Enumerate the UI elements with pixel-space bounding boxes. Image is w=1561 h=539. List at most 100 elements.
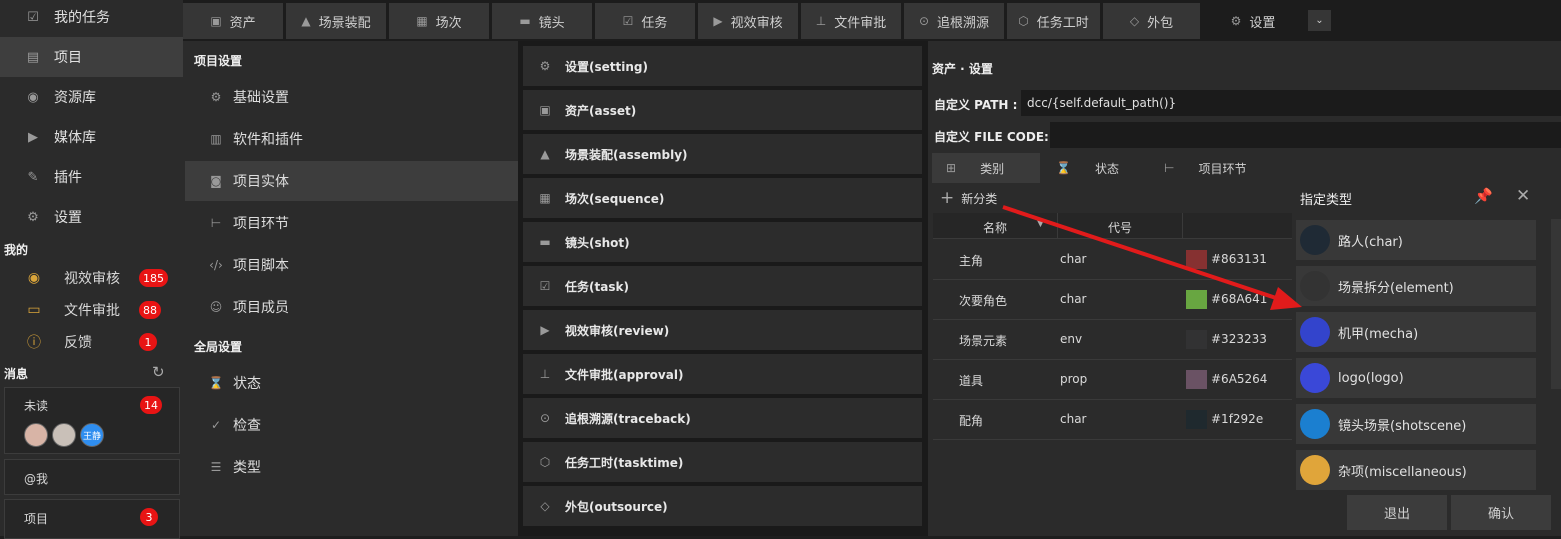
entity-asset[interactable]: ▣ 资产(asset)	[523, 90, 922, 130]
review-count-badge: 185	[139, 269, 168, 287]
my-feedback[interactable]: ⓘ 反馈 1	[0, 326, 183, 358]
hourglass-icon: ⌛	[208, 376, 224, 390]
gear-icon: ⚙	[27, 209, 39, 225]
refresh-icon[interactable]: ↻	[152, 363, 165, 381]
tab-assembly[interactable]: ▲ 场景装配	[286, 3, 386, 39]
type-option[interactable]: 路人(char)	[1296, 220, 1536, 260]
approval-icon: ⊥	[539, 367, 551, 381]
more-tabs-dropdown[interactable]: ⌄	[1308, 10, 1331, 31]
tab-tasktime[interactable]: ⬡ 任务工时	[1007, 3, 1100, 39]
table-row[interactable]: 场景元素 env #323233	[933, 320, 1298, 360]
custom-path-input[interactable]: dcc/{self.default_path()}	[1021, 90, 1561, 116]
project-messages[interactable]: 项目 3	[4, 499, 180, 539]
avatar[interactable]: 王静	[80, 423, 104, 447]
side-project-script[interactable]: ‹/› 项目脚本	[185, 245, 518, 285]
review-icon: ▶	[540, 323, 550, 337]
side-type[interactable]: ☰ 类型	[185, 447, 518, 487]
my-approval[interactable]: ▭ 文件审批 88	[0, 294, 183, 326]
color-swatch[interactable]	[1186, 410, 1207, 429]
type-option[interactable]: 机甲(mecha)	[1296, 312, 1536, 352]
type-option[interactable]: 场景拆分(element)	[1296, 266, 1536, 306]
side-project-members[interactable]: ☺ 项目成员	[185, 287, 518, 327]
subtab-category[interactable]: ⊞ 类别	[932, 153, 1040, 183]
table-header: 名称 ▼ 代号	[933, 213, 1298, 239]
sort-down-icon[interactable]: ▼	[1037, 219, 1044, 229]
pipeline-icon: ⊢	[1164, 161, 1175, 175]
avatar[interactable]	[24, 423, 48, 447]
type-option[interactable]: 杂项(miscellaneous)	[1296, 450, 1536, 490]
nav-media[interactable]: ▶ 媒体库	[0, 117, 183, 157]
side-basic-settings[interactable]: ⚙ 基础设置	[185, 77, 518, 117]
nav-plugins[interactable]: ✎ 插件	[0, 157, 183, 197]
scrollbar[interactable]	[1551, 219, 1561, 389]
entity-task[interactable]: ☑ 任务(task)	[523, 266, 922, 306]
entity-tasktime[interactable]: ⬡ 任务工时(tasktime)	[523, 442, 922, 482]
column-code-header: 代号	[1108, 221, 1133, 235]
traceback-icon: ⊙	[539, 411, 551, 425]
color-swatch[interactable]	[1186, 290, 1207, 309]
at-me-messages[interactable]: @我	[4, 459, 180, 495]
side-software-plugins[interactable]: ▥ 软件和插件	[185, 119, 518, 159]
color-swatch[interactable]	[1186, 250, 1207, 269]
cancel-button[interactable]: 退出	[1347, 495, 1447, 530]
side-project-entity[interactable]: ◙ 项目实体	[185, 161, 518, 201]
subtab-status[interactable]: ⌛ 状态	[1056, 153, 1156, 183]
entity-traceback[interactable]: ⊙ 追根溯源(traceback)	[523, 398, 922, 438]
tab-shot[interactable]: ▬ 镜头	[492, 3, 592, 39]
confirm-button[interactable]: 确认	[1451, 495, 1551, 530]
column-divider	[1182, 213, 1183, 239]
type-option[interactable]: 镜头场景(shotscene)	[1296, 404, 1536, 444]
color-dot	[1300, 363, 1330, 393]
hourglass-icon: ⌛	[1056, 161, 1071, 175]
tab-sequence[interactable]: ▦ 场次	[389, 3, 489, 39]
side-check[interactable]: ✓ 检查	[185, 405, 518, 445]
sequence-icon: ▦	[416, 14, 428, 28]
entity-sequence[interactable]: ▦ 场次(sequence)	[523, 178, 922, 218]
table-row[interactable]: 次要角色 char #68A641	[933, 280, 1298, 320]
entity-review[interactable]: ▶ 视效审核(review)	[523, 310, 922, 350]
nav-library[interactable]: ◉ 资源库	[0, 77, 183, 117]
nav-project[interactable]: ▤ 项目	[0, 37, 183, 77]
color-swatch[interactable]	[1186, 330, 1207, 349]
column-name-header[interactable]: 名称	[983, 219, 1007, 236]
entity-setting[interactable]: ⚙ 设置(setting)	[523, 46, 922, 86]
entity-approval[interactable]: ⊥ 文件审批(approval)	[523, 354, 922, 394]
side-status[interactable]: ⌛ 状态	[185, 363, 518, 403]
new-category-button[interactable]: + 新分类	[940, 188, 997, 208]
table-row[interactable]: 配角 char #1f292e	[933, 400, 1298, 440]
subtab-pipeline[interactable]: ⊢ 项目环节	[1164, 153, 1274, 183]
tab-traceback[interactable]: ⊙ 追根溯源	[904, 3, 1004, 39]
type-option[interactable]: logo(logo)	[1296, 358, 1536, 398]
project-count-badge: 3	[140, 508, 158, 526]
my-review[interactable]: ◉ 视效审核 185	[0, 262, 183, 294]
pin-icon[interactable]: 📌	[1474, 187, 1493, 205]
entity-assembly[interactable]: ▲ 场景装配(assembly)	[523, 134, 922, 174]
media-icon: ▶	[28, 129, 38, 145]
gear-icon: ⚙	[1230, 14, 1242, 28]
tab-approval[interactable]: ⊥ 文件审批	[801, 3, 901, 39]
unread-messages[interactable]: 未读 14 王静	[4, 387, 180, 454]
gear-icon: ⚙	[539, 59, 551, 73]
side-project-pipeline[interactable]: ⊢ 项目环节	[185, 203, 518, 243]
color-swatch[interactable]	[1186, 370, 1207, 389]
close-icon[interactable]: ✕	[1516, 186, 1530, 206]
tab-task[interactable]: ☑ 任务	[595, 3, 695, 39]
traceback-icon: ⊙	[918, 14, 930, 28]
chart-icon: ▥	[210, 132, 222, 146]
table-row[interactable]: 主角 char #863131	[933, 240, 1298, 280]
info-icon: ⓘ	[27, 335, 41, 351]
tab-settings[interactable]: ⚙ 设置	[1203, 3, 1303, 39]
entity-outsource[interactable]: ◇ 外包(outsource)	[523, 486, 922, 526]
tab-review[interactable]: ▶ 视效审核	[698, 3, 798, 39]
file-code-input[interactable]	[1050, 122, 1561, 148]
entity-shot[interactable]: ▬ 镜头(shot)	[523, 222, 922, 262]
avatar[interactable]	[52, 423, 76, 447]
color-dot	[1300, 409, 1330, 439]
table-row[interactable]: 道具 prop #6A5264	[933, 360, 1298, 400]
nav-my-tasks[interactable]: ☑ 我的任务	[0, 0, 183, 37]
color-dot	[1300, 225, 1330, 255]
tab-outsource[interactable]: ◇ 外包	[1103, 3, 1200, 39]
outsource-icon: ◇	[540, 499, 550, 513]
tab-asset[interactable]: ▣ 资产	[183, 3, 283, 39]
nav-settings[interactable]: ⚙ 设置	[0, 197, 183, 237]
